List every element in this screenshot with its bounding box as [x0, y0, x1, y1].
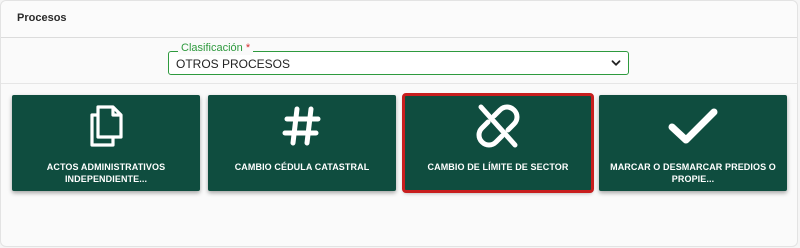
- checkmark-icon: [599, 103, 787, 149]
- unlink-icon: [404, 103, 592, 149]
- copy-icon: [12, 103, 200, 149]
- card-label: MARCAR O DESMARCAR PREDIOS O PROPIE...: [610, 162, 776, 184]
- card-label: CAMBIO CÉDULA CATASTRAL: [234, 162, 370, 172]
- classification-label-text: Clasificación: [181, 42, 243, 54]
- classification-select-value: OTROS PROCESOS: [176, 57, 291, 71]
- section-divider: [1, 83, 797, 84]
- card-marcar-desmarcar-predios[interactable]: MARCAR O DESMARCAR PREDIOS O PROPIE...: [599, 95, 787, 191]
- panel-title: Procesos: [17, 12, 67, 24]
- card-cambio-limite-sector[interactable]: CAMBIO DE LÍMITE DE SECTOR: [402, 93, 594, 193]
- panel-header: Procesos: [1, 1, 797, 38]
- card-actos-administrativos[interactable]: ACTOS ADMINISTRATIVOS INDEPENDIENTE...: [12, 95, 200, 191]
- card-cambio-cedula-catastral[interactable]: CAMBIO CÉDULA CATASTRAL: [208, 95, 396, 191]
- hashtag-icon: [208, 103, 396, 149]
- card-label: ACTOS ADMINISTRATIVOS INDEPENDIENTE...: [46, 162, 166, 184]
- chevron-down-icon: [611, 60, 621, 66]
- page: Procesos OTROS PROCESOS Clasificación * …: [0, 0, 800, 248]
- classification-label: Clasificación *: [178, 41, 254, 55]
- card-label: CAMBIO DE LÍMITE DE SECTOR: [427, 162, 569, 172]
- required-mark: *: [245, 42, 251, 54]
